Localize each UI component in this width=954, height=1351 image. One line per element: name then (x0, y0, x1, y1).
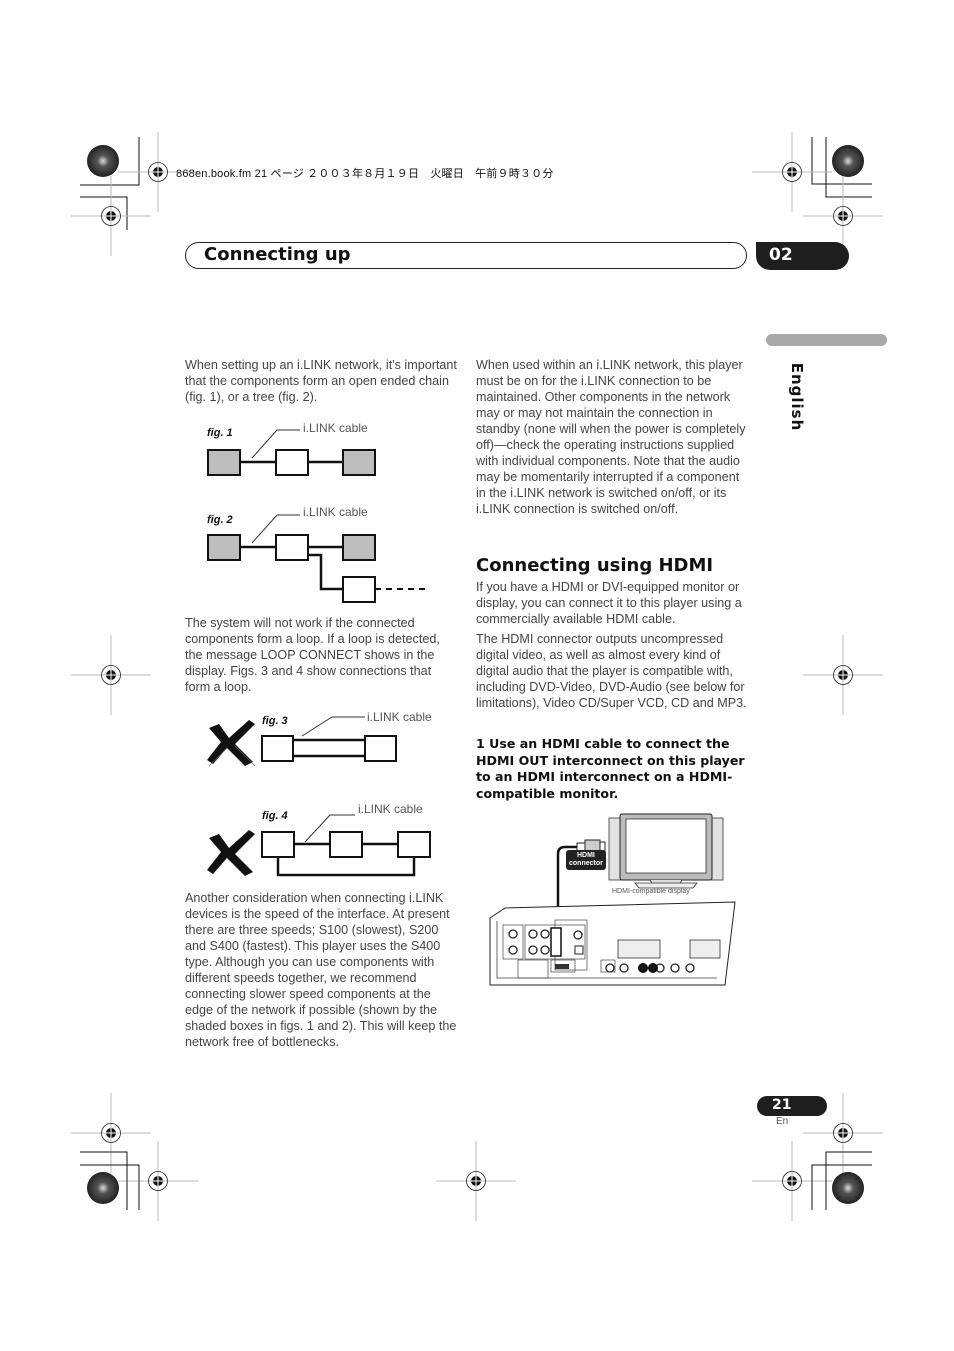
print-header: 868en.book.fm 21 ページ ２００３年８月１９日 火曜日 午前９時… (176, 168, 554, 180)
player-rear-panel (489, 901, 736, 986)
section-title: Connecting up (204, 244, 351, 265)
speed-note-paragraph: Another consideration when connecting i.… (185, 891, 457, 1049)
invalid-x-icon (207, 720, 256, 767)
hdmi-detail-paragraph: The HDMI connector outputs uncompressed … (476, 632, 747, 710)
fig-4-diagram (207, 814, 431, 877)
page-number-badge (757, 1096, 827, 1116)
display-icon (608, 813, 724, 889)
hdmi-connection-illustration (489, 813, 736, 986)
hdmi-connector-tag: HDMI connector (566, 850, 606, 870)
step-1-instruction: 1 Use an HDMI cable to connect the HDMI … (476, 736, 745, 801)
star-target-mark (87, 145, 119, 177)
hdmi-heading: Connecting using HDMI (476, 555, 714, 576)
invalid-x-icon (207, 830, 255, 876)
hdmi-tag-line-2: connector (569, 860, 603, 867)
intro-paragraph: When setting up an i.LINK network, it's … (185, 358, 457, 404)
page-language: En (776, 1116, 789, 1127)
hdmi-tag-line-1: HDMI (576, 852, 595, 859)
fig-1-diagram (207, 429, 376, 476)
standby-note-paragraph: When used within an i.LINK network, this… (476, 358, 746, 516)
device-box-shaded (342, 449, 376, 476)
language-label: English (788, 362, 806, 432)
language-tab-bar (766, 334, 887, 346)
hdmi-intro-paragraph: If you have a HDMI or DVI-equipped monit… (476, 580, 742, 626)
page-number: 21 (772, 1097, 792, 1113)
display-caption: HDMI-compatible display (612, 888, 690, 895)
fig-2-diagram (207, 514, 430, 603)
fig-3-diagram (207, 716, 397, 767)
chapter-number: 02 (769, 245, 793, 265)
device-box (275, 449, 309, 476)
loop-warning-paragraph: The system will not work if the connecte… (185, 616, 440, 694)
device-box-shaded (207, 449, 241, 476)
